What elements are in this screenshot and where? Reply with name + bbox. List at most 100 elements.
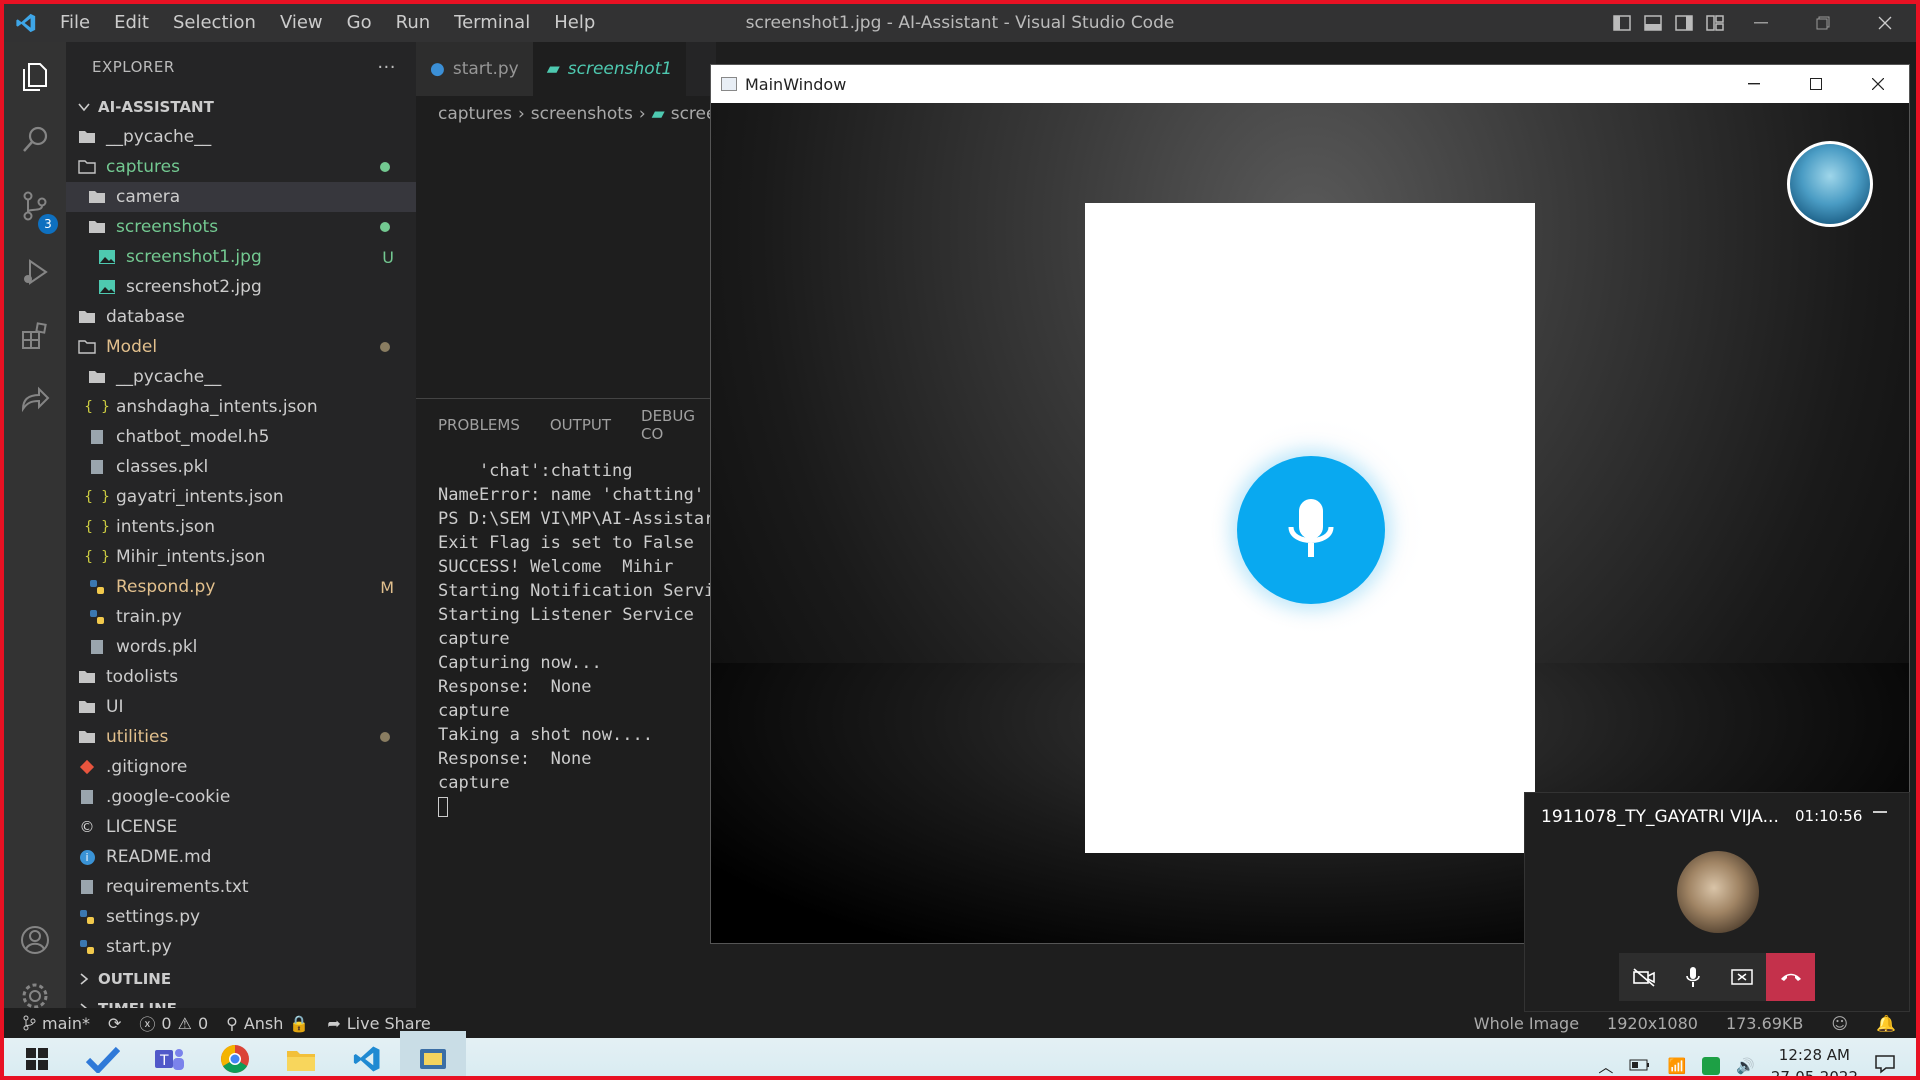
tab-start-py[interactable]: ● start.py (416, 42, 533, 96)
tree-item[interactable]: Respond.py M (66, 572, 416, 602)
terminal-output[interactable]: 'chat':chatting NameError: name 'chatting… (416, 459, 716, 819)
folder-icon (86, 218, 108, 236)
tree-item[interactable]: { } anshdagha_intents.json (66, 392, 416, 422)
todo-app-icon[interactable] (70, 1031, 136, 1076)
menu-item-terminal[interactable]: Terminal (442, 4, 542, 42)
tree-item[interactable]: classes.pkl (66, 452, 416, 482)
python-app-icon[interactable] (400, 1031, 466, 1076)
menu-item-edit[interactable]: Edit (102, 4, 161, 42)
notification-center-icon[interactable] (1874, 1054, 1896, 1076)
tree-item[interactable]: requirements.txt (66, 872, 416, 902)
teams-app-icon[interactable]: T (136, 1031, 202, 1076)
tree-item-label: captures (106, 157, 180, 177)
file-icon (86, 458, 108, 476)
menu-item-file[interactable]: File (48, 4, 102, 42)
tree-item[interactable]: screenshot1.jpg U (66, 242, 416, 272)
tab-debug-console[interactable]: DEBUG CO (641, 407, 716, 443)
vscode-app-icon[interactable] (334, 1031, 400, 1076)
camera-off-button[interactable] (1619, 953, 1668, 1001)
tree-item[interactable]: .gitignore (66, 752, 416, 782)
tree-item[interactable]: __pycache__ (66, 122, 416, 152)
breadcrumb-item[interactable]: captures (438, 104, 512, 124)
close-button[interactable] (1854, 4, 1916, 42)
tree-item[interactable]: i README.md (66, 842, 416, 872)
tree-item[interactable]: © LICENSE (66, 812, 416, 842)
minimize-icon[interactable] (1873, 811, 1887, 813)
hang-up-button[interactable] (1766, 953, 1815, 1001)
extensions-icon[interactable] (4, 306, 66, 366)
assistant-avatar[interactable] (1787, 141, 1873, 227)
toggle-secondary-sidebar-icon[interactable] (1668, 4, 1699, 42)
chevron-up-icon[interactable]: ︿ (1598, 1056, 1613, 1077)
battery-icon[interactable] (1629, 1057, 1651, 1075)
tree-item[interactable]: words.pkl (66, 632, 416, 662)
search-icon[interactable] (4, 110, 66, 170)
account-indicator[interactable]: ⚲ Ansh 🔒 (226, 1014, 309, 1033)
notifications-icon[interactable]: 🔔 (1876, 1014, 1896, 1033)
menu-item-run[interactable]: Run (384, 4, 443, 42)
close-button[interactable] (1847, 65, 1909, 103)
tree-item[interactable]: chatbot_model.h5 (66, 422, 416, 452)
tree-item[interactable]: database (66, 302, 416, 332)
feedback-icon[interactable]: ☺ (1831, 1014, 1848, 1033)
live-share-status[interactable]: ➦ Live Share (327, 1014, 430, 1033)
live-share-icon[interactable] (4, 370, 66, 430)
start-button[interactable] (4, 1031, 70, 1076)
minimize-button[interactable] (1723, 65, 1785, 103)
tray-app-icon[interactable] (1702, 1057, 1721, 1075)
tree-item[interactable]: camera (66, 182, 416, 212)
image-mode[interactable]: Whole Image (1474, 1014, 1579, 1033)
camera-off-icon (1632, 968, 1655, 987)
toggle-sidebar-icon[interactable] (1606, 4, 1637, 42)
tree-item[interactable]: screenshots (66, 212, 416, 242)
menu-item-help[interactable]: Help (542, 4, 607, 42)
maximize-button[interactable] (1785, 65, 1847, 103)
tree-item-label: LICENSE (106, 817, 178, 837)
menu-item-go[interactable]: Go (335, 4, 384, 42)
customize-layout-icon[interactable] (1699, 4, 1730, 42)
tree-item[interactable]: screenshot2.jpg (66, 272, 416, 302)
tree-item[interactable]: .google-cookie (66, 782, 416, 812)
tab-screenshot1[interactable]: ▰ screenshot1 (532, 42, 687, 96)
sync-icon[interactable]: ⟳ (108, 1014, 121, 1033)
restore-button[interactable] (1792, 4, 1854, 42)
tab-problems[interactable]: PROBLEMS (438, 416, 520, 434)
tree-item[interactable]: Model (66, 332, 416, 362)
source-control-icon[interactable]: 3 (4, 176, 66, 236)
mute-button[interactable] (1668, 953, 1717, 1001)
tree-item[interactable]: { } Mihir_intents.json (66, 542, 416, 572)
tab-output[interactable]: OUTPUT (550, 416, 611, 434)
more-actions-icon[interactable]: ··· (377, 57, 396, 78)
tree-item[interactable]: __pycache__ (66, 362, 416, 392)
branch-indicator[interactable]: main* (22, 1014, 90, 1033)
wifi-icon[interactable]: 📶 (1667, 1057, 1686, 1075)
chrome-app-icon[interactable] (202, 1031, 268, 1076)
menu-item-selection[interactable]: Selection (161, 4, 268, 42)
tree-item[interactable]: todolists (66, 662, 416, 692)
tree-item[interactable]: { } gayatri_intents.json (66, 482, 416, 512)
project-section-header[interactable]: AI-ASSISTANT (66, 92, 416, 122)
tree-item-label: Respond.py (116, 577, 216, 597)
clock[interactable]: 12:28 AM 27-05-2022 (1771, 1044, 1858, 1076)
tree-item[interactable]: train.py (66, 602, 416, 632)
microphone-button[interactable] (1237, 456, 1385, 604)
toggle-panel-icon[interactable] (1637, 4, 1668, 42)
tree-item[interactable]: settings.py (66, 902, 416, 932)
tree-item[interactable]: captures (66, 152, 416, 182)
tree-item[interactable]: UI (66, 692, 416, 722)
file-explorer-app-icon[interactable] (268, 1031, 334, 1076)
run-debug-icon[interactable] (4, 242, 66, 302)
breadcrumb-item[interactable]: screenshots (531, 104, 633, 124)
editor-area: ● start.py ▰ screenshot1 captures › scre… (416, 42, 716, 1024)
tree-item[interactable]: { } intents.json (66, 512, 416, 542)
outline-section-header[interactable]: OUTLINE (66, 964, 416, 994)
minimize-button[interactable] (1730, 4, 1792, 42)
tree-item[interactable]: utilities (66, 722, 416, 752)
explorer-icon[interactable] (4, 46, 66, 106)
accounts-icon[interactable] (4, 910, 66, 970)
tree-item[interactable]: start.py (66, 932, 416, 962)
menu-item-view[interactable]: View (268, 4, 335, 42)
vscode-logo-icon[interactable] (4, 4, 48, 42)
share-screen-button[interactable] (1717, 953, 1766, 1001)
volume-icon[interactable]: 🔊 (1736, 1057, 1755, 1075)
